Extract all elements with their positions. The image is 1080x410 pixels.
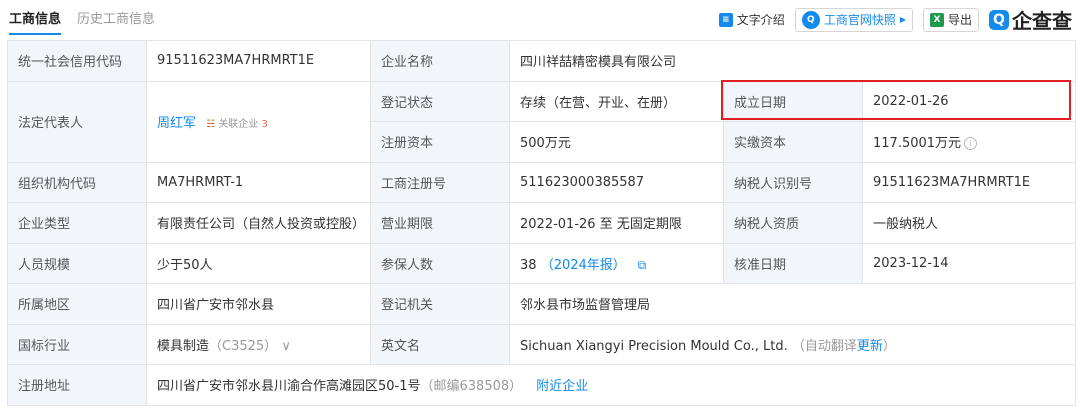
brand-logo: Q 企查查 (989, 5, 1072, 34)
biz-term-value: 2022-01-26 至 无固定期限 (509, 202, 724, 244)
biz-reg-no-value: 511623000385587 (509, 161, 724, 203)
english-name-value: Sichuan Xiangyi Precision Mould Co., Ltd… (520, 338, 788, 354)
table-row: 统一社会信用代码 91511623MA7HRMRT1E 企业名称 四川祥喆精密模… (7, 40, 1077, 82)
reg-capital-label: 注册资本 (370, 121, 510, 163)
official-snapshot-label: 工商官网快照 (823, 13, 896, 27)
paid-capital-value: 117.5001万元 (873, 136, 962, 152)
legal-rep-link[interactable]: 周红军 (157, 116, 196, 131)
insured-cell: 38 （2024年报） ⧉ (509, 242, 724, 284)
update-link[interactable]: 更新 (857, 339, 883, 354)
taxpayer-id-label: 纳税人识别号 (723, 161, 863, 203)
top-bar: 工商信息 历史工商信息 ≡ 文字介绍 Q 工商官网快照 ▶ X 导出 Q 企查查 (0, 0, 1080, 40)
export-button[interactable]: X 导出 (922, 7, 979, 32)
founded-label: 成立日期 (723, 80, 863, 122)
business-info-table: 统一社会信用代码 91511623MA7HRMRT1E 企业名称 四川祥喆精密模… (7, 40, 1077, 406)
postcode: （邮编638508） (420, 379, 523, 395)
related-label: 关联企业 (218, 119, 259, 130)
info-icon[interactable]: i (964, 137, 978, 151)
trend-icon[interactable]: ⧉ (638, 258, 647, 272)
table-row: 企业类型 有限责任公司（自然人投资或控股） 营业期限 2022-01-26 至 … (7, 202, 1077, 244)
taxpayer-id-value: 91511623MA7HRMRT1E (861, 161, 1077, 203)
table-row: 国标行业 模具制造（C3525） ∨ 英文名 Sichuan Xiangyi P… (7, 323, 1077, 365)
table-row: 所属地区 四川省广安市邻水县 登记机关 邻水县市场监督管理局 (7, 283, 1077, 325)
text-intro-button[interactable]: ≡ 文字介绍 (718, 9, 785, 31)
table-row: 注册地址 四川省广安市邻水县川渝合作高滩园区50-1号（邮编638508） 附近… (7, 364, 1077, 406)
reg-capital-value: 500万元 (509, 121, 724, 163)
credit-code-label: 统一社会信用代码 (7, 40, 147, 82)
related-count: 3 (261, 119, 268, 130)
approval-date-value: 2023-12-14 (861, 242, 1077, 284)
insured-year-link[interactable]: （2024年报） (541, 258, 626, 273)
excel-icon: X (929, 12, 944, 27)
address-cell: 四川省广安市邻水县川渝合作高滩园区50-1号（邮编638508） 附近企业 (145, 364, 1077, 406)
table-row: 组织机构代码 MA7HRMRT-1 工商注册号 511623000385587 … (7, 161, 1077, 203)
org-code-label: 组织机构代码 (7, 161, 147, 203)
company-type-label: 企业类型 (7, 202, 147, 244)
reg-status-value: 存续（在营、开业、在册） (509, 80, 724, 122)
auto-translate-note: （自动翻译 (791, 338, 857, 354)
export-label: 导出 (947, 13, 972, 27)
reg-authority-value: 邻水县市场监督管理局 (508, 283, 1077, 325)
brand-mark-icon: Q (989, 9, 1009, 30)
insured-value: 38 (520, 257, 537, 273)
company-name-value: 四川祥喆精密模具有限公司 (508, 40, 1077, 82)
legal-rep-label: 法定代表人 (7, 80, 147, 163)
table-row: 法定代表人 周红军 ☵ 关联企业 3 登记状态 存续（在营、开业、在册） 成立日… (7, 80, 1077, 163)
industry-code: （C3525） (209, 338, 278, 354)
company-name-label: 企业名称 (370, 40, 510, 82)
chevron-down-icon[interactable]: ∨ (281, 339, 291, 354)
play-arrow-icon: ▶ (899, 15, 906, 24)
table-row: 人员规模 少于50人 参保人数 38 （2024年报） ⧉ 核准日期 2023-1… (7, 242, 1077, 284)
related-companies-tag[interactable]: ☵ 关联企业 3 (206, 119, 268, 130)
address-value: 四川省广安市邻水县川渝合作高滩园区50-1号 (157, 379, 421, 395)
document-icon: ≡ (718, 12, 733, 27)
tab-history-info[interactable]: 历史工商信息 (77, 8, 155, 27)
english-name-cell: Sichuan Xiangyi Precision Mould Co., Ltd… (508, 323, 1077, 365)
auto-translate-note-end: ） (882, 338, 896, 354)
brand-name: 企查查 (1012, 9, 1072, 33)
tab-business-info[interactable]: 工商信息 (9, 8, 62, 35)
taxpayer-qual-label: 纳税人资质 (723, 202, 863, 244)
region-value: 四川省广安市邻水县 (146, 283, 371, 325)
official-snapshot-button[interactable]: Q 工商官网快照 ▶ (794, 7, 913, 32)
reg-authority-label: 登记机关 (370, 283, 510, 325)
company-type-value: 有限责任公司（自然人投资或控股） (146, 202, 371, 244)
related-icon: ☵ (206, 119, 216, 130)
paid-capital-cell: 117.5001万元 i (861, 121, 1077, 163)
biz-term-label: 营业期限 (370, 202, 510, 244)
insured-label: 参保人数 (370, 242, 510, 284)
staff-size-value: 少于50人 (146, 242, 371, 284)
staff-size-label: 人员规模 (7, 242, 147, 284)
english-name-label: 英文名 (370, 323, 510, 365)
credit-code-value: 91511623MA7HRMRT1E (146, 40, 371, 82)
legal-rep-cell: 周红军 ☵ 关联企业 3 (146, 80, 371, 163)
founded-value: 2022-01-26 (861, 80, 1077, 122)
text-intro-label: 文字介绍 (736, 13, 785, 27)
industry-cell[interactable]: 模具制造（C3525） ∨ (146, 323, 371, 365)
nearby-companies-link[interactable]: 附近企业 (536, 379, 588, 394)
action-bar: ≡ 文字介绍 Q 工商官网快照 ▶ X 导出 Q 企查查 (709, 5, 1072, 34)
reg-status-label: 登记状态 (370, 80, 510, 122)
biz-reg-no-label: 工商注册号 (370, 161, 510, 203)
org-code-value: MA7HRMRT-1 (146, 161, 371, 203)
industry-label: 国标行业 (7, 323, 147, 365)
approval-date-label: 核准日期 (723, 242, 863, 284)
snapshot-icon: Q (801, 10, 820, 29)
industry-value: 模具制造 (157, 338, 210, 354)
taxpayer-qual-value: 一般纳税人 (861, 202, 1077, 244)
paid-capital-label: 实缴资本 (723, 121, 863, 163)
address-label: 注册地址 (7, 364, 147, 406)
region-label: 所属地区 (7, 283, 147, 325)
